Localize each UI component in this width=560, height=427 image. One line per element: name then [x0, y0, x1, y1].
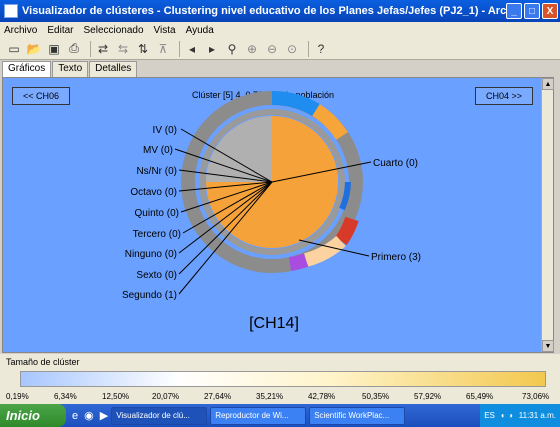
chart-canvas: << CH06 Clúster [5] 4, 0,76% de la pobla… — [2, 77, 554, 353]
binoculars-icon[interactable]: ⚲ — [224, 41, 240, 57]
toolbar: ▭ 📂 ▣ ⎙ ⇄ ⇆ ⇅ ⊼ ◂ ▸ ⚲ ⊕ ⊖ ⊙ ? — [0, 38, 560, 60]
zoom-in-icon[interactable]: ⊕ — [244, 41, 260, 57]
help-icon[interactable]: ? — [313, 41, 329, 57]
scroll-up-icon[interactable]: ▲ — [542, 78, 554, 90]
task-scientific-workplace[interactable]: Scientific WorkPlac... — [309, 406, 406, 425]
zoom-out-icon[interactable]: ⊖ — [264, 41, 280, 57]
cluster-size-panel: Tamaño de clúster 0,19% 6,34% 12,50% 20,… — [0, 354, 560, 404]
sort-icon[interactable]: ⇅ — [135, 41, 151, 57]
vertical-scrollbar[interactable]: ▲ ▼ — [541, 78, 554, 352]
cluster-size-gradient — [20, 371, 546, 387]
tick-label: 6,34% — [54, 392, 77, 401]
label-primero: Primero (3) — [371, 252, 421, 263]
minimize-button[interactable]: _ — [506, 3, 522, 19]
tick-label: 57,92% — [414, 392, 442, 401]
language-indicator[interactable]: ES — [484, 411, 495, 420]
app-icon — [4, 4, 18, 18]
tick-label: 42,78% — [308, 392, 336, 401]
task-media-player[interactable]: Reproductor de Wi... — [210, 406, 307, 425]
label-mv: MV (0) — [143, 145, 173, 156]
menu-vista[interactable]: Vista — [154, 25, 176, 36]
cluster-size-ticks: 0,19% 6,34% 12,50% 20,07% 27,64% 35,21% … — [6, 392, 554, 404]
tab-graficos[interactable]: Gráficos — [2, 61, 52, 77]
refresh-icon[interactable]: ⇄ — [95, 41, 111, 57]
tab-strip: Gráficos Texto Detalles — [2, 61, 138, 77]
tick-label: 35,21% — [256, 392, 284, 401]
tick-label: 20,07% — [152, 392, 180, 401]
maximize-button[interactable]: □ — [524, 3, 540, 19]
label-iv: IV (0) — [153, 125, 177, 136]
menu-seleccionado[interactable]: Seleccionado — [83, 25, 143, 36]
open-folder-icon[interactable]: 📂 — [26, 41, 42, 57]
tick-label: 27,64% — [204, 392, 232, 401]
center-label: [CH14] — [249, 315, 299, 332]
quicklaunch-firefox-icon[interactable]: ◉ — [84, 409, 94, 422]
label-cuarto: Cuarto (0) — [373, 158, 418, 169]
tick-label: 0,19% — [6, 392, 29, 401]
clock: 11:31 a.m. — [518, 411, 556, 420]
tick-label: 65,49% — [466, 392, 494, 401]
quicklaunch-media-icon[interactable]: ▶ — [100, 409, 108, 422]
label-octavo: Octavo (0) — [130, 187, 177, 198]
taskbar: Inicio e ◉ ▶ Visualizador de clú... Repr… — [0, 404, 560, 427]
label-quinto: Quinto (0) — [135, 208, 179, 219]
tick-label: 12,50% — [102, 392, 130, 401]
tick-label: 50,35% — [362, 392, 390, 401]
outer-ring-purple-segment — [288, 253, 309, 271]
tab-detalles[interactable]: Detalles — [89, 61, 138, 77]
start-button[interactable]: Inicio — [0, 404, 66, 427]
tick-label: 73,06% — [522, 392, 550, 401]
cluster-pie-chart: IV (0) MV (0) Ns/Nr (0) Octavo (0) Quint… — [122, 90, 421, 332]
forward-arrow-icon[interactable]: ▸ — [204, 41, 220, 57]
zoom-fit-icon[interactable]: ⊙ — [284, 41, 300, 57]
menu-bar: Archivo Editar Seleccionado Vista Ayuda — [0, 22, 560, 38]
task-cluster-viewer[interactable]: Visualizador de clú... — [111, 406, 208, 425]
toolbar-separator — [308, 40, 309, 57]
scroll-down-icon[interactable]: ▼ — [542, 340, 554, 352]
tab-texto[interactable]: Texto — [52, 61, 89, 77]
print-icon[interactable]: ⎙ — [66, 41, 82, 57]
window-title: Visualizador de clústeres - Clustering n… — [22, 5, 506, 17]
toolbar-separator — [90, 40, 91, 57]
close-button[interactable]: X — [542, 3, 558, 19]
cluster-size-label: Tamaño de clúster — [6, 357, 80, 367]
label-segundo: Segundo (1) — [122, 290, 177, 301]
label-sexto: Sexto (0) — [136, 270, 177, 281]
tray-icons[interactable]: ◐ ◑ — [501, 411, 513, 420]
system-tray: ES ◐ ◑ 11:31 a.m. — [480, 404, 560, 427]
swap-icon[interactable]: ⇆ — [115, 41, 131, 57]
new-icon[interactable]: ▭ — [6, 41, 22, 57]
menu-editar[interactable]: Editar — [47, 25, 73, 36]
label-tercero: Tercero (0) — [133, 229, 181, 240]
title-bar: Visualizador de clústeres - Clustering n… — [0, 0, 560, 22]
menu-archivo[interactable]: Archivo — [4, 25, 37, 36]
save-icon[interactable]: ▣ — [46, 41, 62, 57]
back-arrow-icon[interactable]: ◂ — [184, 41, 200, 57]
label-ninguno: Ninguno (0) — [125, 249, 177, 260]
label-nsnr: Ns/Nr (0) — [136, 166, 177, 177]
filter-icon[interactable]: ⊼ — [155, 41, 171, 57]
toolbar-separator — [179, 40, 180, 57]
menu-ayuda[interactable]: Ayuda — [186, 25, 214, 36]
quicklaunch-ie-icon[interactable]: e — [72, 410, 78, 422]
